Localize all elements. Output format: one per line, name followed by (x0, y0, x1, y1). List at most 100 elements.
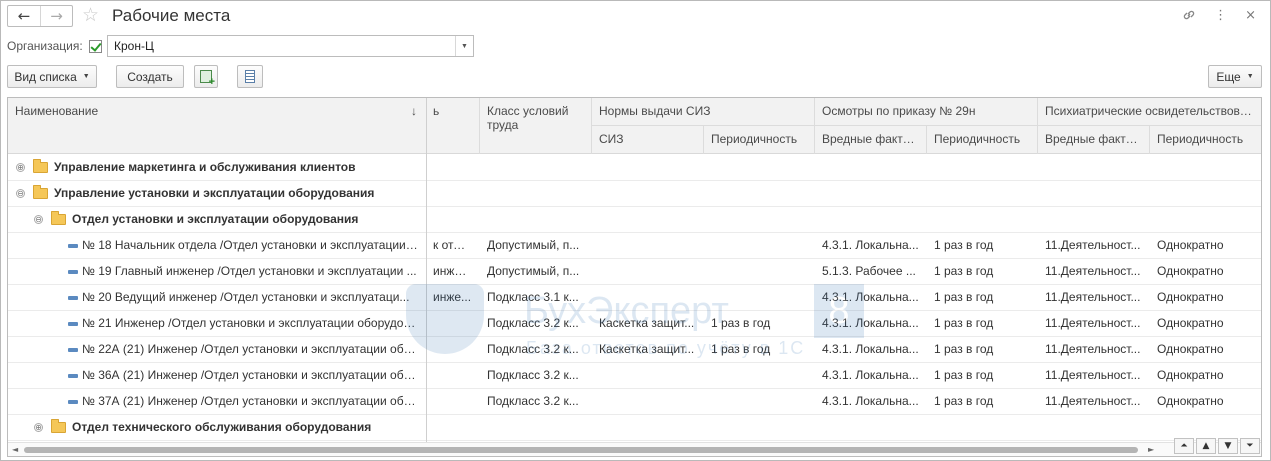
group-row[interactable]: ⊖ Управление установки и эксплуатации обо… (8, 181, 1261, 207)
table-row[interactable]: № 22А (21) Инженер /Отдел установки и эк… (8, 337, 1261, 363)
view-list-button[interactable]: Вид списка ▼ (7, 65, 97, 88)
cell-psych-factors: 11.Деятельност... (1045, 368, 1141, 382)
cell-exam-period: 1 раз в год (934, 238, 994, 252)
organization-value: Крон-Ц (114, 39, 154, 53)
cell-siz-period: 1 раз в год (711, 342, 771, 356)
more-label: Еще (1216, 69, 1241, 84)
header-siz-period[interactable]: Периодичность (704, 126, 814, 152)
header-psych-factors[interactable]: Вредные факторы (1038, 126, 1150, 152)
table-row[interactable]: № 20 Ведущий инженер /Отдел установки и … (8, 285, 1261, 311)
list-settings-button[interactable] (237, 65, 263, 88)
first-row-button[interactable]: ⏶ (1174, 438, 1194, 454)
create-button[interactable]: Создать (116, 65, 184, 88)
first-row-icon: ⏶ (1180, 441, 1188, 451)
close-icon[interactable]: × (1245, 8, 1256, 26)
row-name: № 22А (21) Инженер /Отдел установки и эк… (82, 342, 421, 356)
favorite-star-icon[interactable]: ☆ (82, 4, 99, 26)
next-row-button[interactable]: ▼ (1218, 438, 1238, 454)
scroll-left-icon[interactable]: ◄ (12, 445, 18, 454)
header-divider (591, 98, 592, 154)
last-row-icon: ⏷ (1246, 441, 1254, 451)
cell-siz: Каскетка защит... (599, 342, 695, 356)
row-name: Отдел технического обслуживания оборудов… (72, 420, 372, 434)
cell-partial: к отде... (433, 238, 477, 252)
row-name: № 21 Инженер /Отдел установки и эксплуат… (82, 316, 420, 330)
group-row[interactable]: ⊕ Отдел технического обслуживания оборудо… (8, 415, 1261, 441)
cell-siz-period (704, 233, 814, 259)
cell-class: Подкласс 3.2 к... (487, 316, 579, 330)
collapse-icon[interactable]: ⊖ (34, 215, 43, 224)
group-row[interactable]: ⊕ Управление маркетинга и обслуживания кл… (8, 155, 1261, 181)
expand-icon[interactable]: ⊕ (16, 163, 25, 172)
table-row[interactable]: № 21 Инженер /Отдел установки и эксплуат… (8, 311, 1261, 337)
header-class[interactable]: Класс условий труда (480, 98, 592, 138)
header-divider (1037, 98, 1038, 154)
group-row[interactable]: ⊖ Отдел установки и эксплуатации оборудов… (8, 207, 1261, 233)
expand-icon[interactable]: ⊕ (34, 423, 43, 432)
cell-psych-factors: 11.Деятельност... (1045, 238, 1141, 252)
folder-icon (33, 185, 48, 199)
cell-exam-factors: 4.3.1. Локальна... (822, 238, 919, 252)
table-row[interactable]: № 18 Начальник отдела /Отдел установки и… (8, 233, 1261, 259)
chevron-down-icon: ▼ (82, 73, 90, 80)
header-name[interactable]: Наименование (8, 98, 408, 124)
create-copy-button[interactable] (194, 65, 218, 88)
window-frame: ← → ☆ Рабочие места ⋮ × Организация: Кро… (0, 0, 1271, 461)
up-icon: ▲ (1202, 441, 1210, 451)
back-icon: ← (17, 7, 31, 25)
link-icon[interactable] (1182, 8, 1196, 26)
horizontal-scrollbar[interactable]: ◄ ► (8, 442, 1261, 456)
collapse-icon[interactable]: ⊖ (16, 189, 25, 198)
table-row[interactable]: № 37А (21) Инженер /Отдел установки и эк… (8, 389, 1261, 415)
header-divider (479, 98, 480, 154)
header-siz-group: Нормы выдачи СИЗ (599, 104, 711, 118)
row-navigation: ⏶ ▲ ▼ ⏷ (1174, 438, 1260, 454)
cell-siz (592, 259, 703, 285)
scroll-right-icon[interactable]: ► (1148, 445, 1154, 454)
cell-class: Подкласс 3.2 к... (487, 368, 579, 382)
cell-psych-period: Однократно (1157, 290, 1224, 304)
title-bar: ← → ☆ Рабочие места ⋮ × (1, 1, 1270, 31)
header-exam-factors[interactable]: Вредные факторы (815, 126, 927, 152)
cell-class: Допустимый, п... (487, 264, 580, 278)
cell-siz-period: 1 раз в год (711, 316, 771, 330)
cell-exam-period: 1 раз в год (934, 264, 994, 278)
row-name: № 20 Ведущий инженер /Отдел установки и … (82, 290, 410, 304)
header-divider (703, 126, 704, 154)
back-button[interactable]: ← (8, 6, 40, 26)
workplaces-table[interactable]: Наименование ↓ ь Класс условий труда Нор… (7, 97, 1262, 457)
prev-row-button[interactable]: ▲ (1196, 438, 1216, 454)
table-row[interactable]: № 19 Главный инженер /Отдел установки и … (8, 259, 1261, 285)
down-icon: ▼ (1224, 441, 1232, 451)
organization-filter: Организация: Крон-Ц ▼ (7, 35, 474, 57)
cell-psych-period: Однократно (1157, 394, 1224, 408)
organization-checkbox[interactable] (88, 39, 102, 53)
header-psych-period[interactable]: Периодичность (1150, 126, 1261, 152)
forward-button[interactable]: → (40, 6, 72, 26)
header-divider (926, 126, 927, 154)
organization-input[interactable]: Крон-Ц ▼ (107, 35, 474, 57)
chevron-down-icon: ▼ (461, 42, 468, 50)
header-siz[interactable]: СИЗ (592, 126, 704, 152)
cell-psych-period: Однократно (1157, 238, 1224, 252)
table-row[interactable]: № 36А (21) Инженер /Отдел установки и эк… (8, 363, 1261, 389)
add-document-icon (200, 70, 215, 88)
organization-dropdown-button[interactable]: ▼ (455, 36, 473, 56)
row-name: Управление маркетинга и обслуживания кли… (54, 160, 356, 174)
cell-partial (426, 337, 479, 363)
row-name: № 36А (21) Инженер /Отдел установки и эк… (82, 368, 421, 382)
folder-icon (51, 419, 66, 433)
cell-partial: инже... (433, 290, 472, 304)
more-vertical-icon[interactable]: ⋮ (1214, 8, 1227, 26)
header-partial[interactable]: ь (426, 98, 478, 124)
header-exam-period[interactable]: Периодичность (927, 126, 1038, 152)
cell-exam-factors: 5.1.3. Рабочее ... (822, 264, 916, 278)
sort-icon[interactable]: ↓ (404, 98, 426, 124)
item-icon (68, 322, 78, 326)
row-name: № 37А (21) Инженер /Отдел установки и эк… (82, 394, 421, 408)
more-button[interactable]: Еще ▼ (1208, 65, 1262, 88)
item-icon (68, 296, 78, 300)
last-row-button[interactable]: ⏷ (1240, 438, 1260, 454)
row-name: № 19 Главный инженер /Отдел установки и … (82, 264, 417, 278)
scrollbar-thumb[interactable] (24, 447, 1138, 453)
